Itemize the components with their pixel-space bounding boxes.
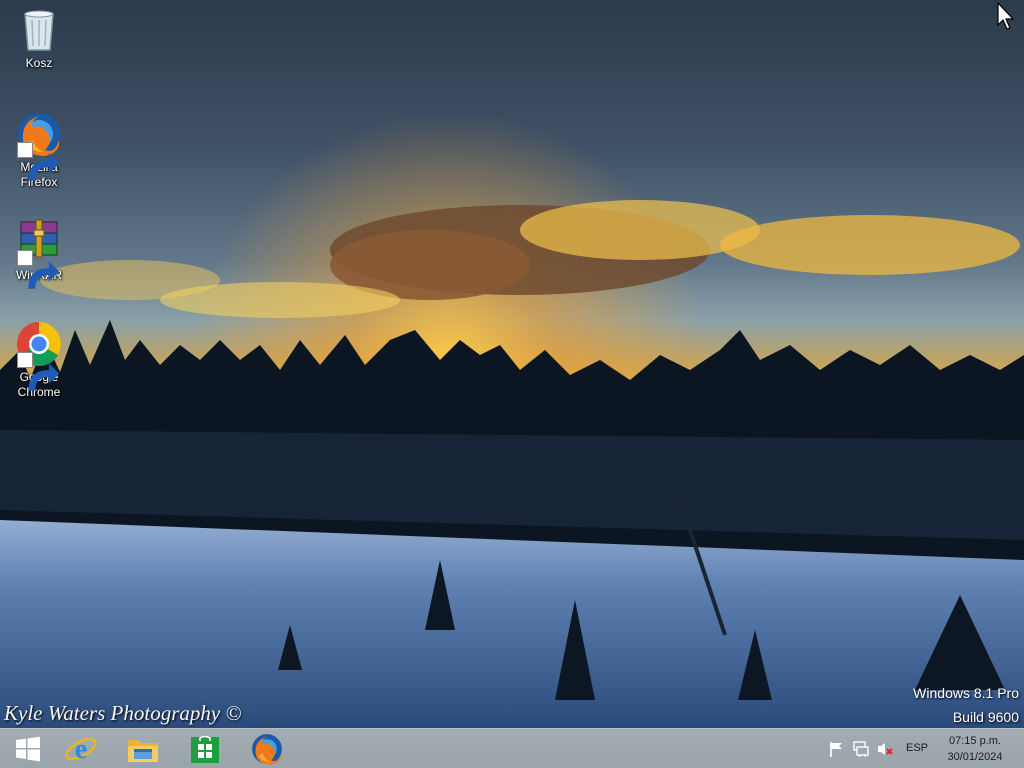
shortcut-arrow-icon [17,142,60,181]
clock-date: 30/01/2024 [947,751,1003,763]
taskbar-firefox[interactable] [239,730,295,768]
desktop-icon-recycle-bin[interactable]: Kosz [1,6,77,71]
shortcut-arrow-icon [17,250,60,289]
photo-credit-watermark: Kyle Waters Photography © [4,701,242,725]
windows-start-icon [16,736,40,762]
windows-build-watermark: Build 9600 [952,709,1019,725]
taskbar-internet-explorer[interactable]: e [53,730,109,768]
windows-edition-watermark: Windows 8.1 Pro [913,685,1019,701]
internet-explorer-icon: e [65,734,97,765]
recycle-bin-icon [15,6,63,54]
wallpaper-image [0,0,1024,728]
network-icon[interactable] [852,740,870,758]
taskbar-clock[interactable]: 07:15 p.m. 30/01/2024 [940,733,1010,765]
desktop-icon-firefox[interactable]: Mozilla Firefox [1,110,77,190]
action-center-flag-icon[interactable] [828,740,846,758]
store-icon [191,735,219,763]
desktop-icon-label: Kosz [25,56,53,70]
shortcut-arrow-icon [17,352,60,391]
desktop-icon-winrar[interactable]: WinRAR [1,218,77,289]
svg-text:e: e [75,734,87,765]
taskbar-store[interactable] [177,730,233,768]
mouse-cursor-icon [997,2,1015,30]
firefox-icon [15,110,63,181]
start-button[interactable] [0,730,56,768]
firefox-icon [252,734,282,765]
clock-time: 07:15 p.m. [949,735,1001,747]
taskbar-file-explorer[interactable] [115,730,171,768]
input-language-indicator[interactable]: ESP [906,742,928,754]
winrar-icon [15,218,63,289]
file-explorer-icon [128,740,158,762]
desktop-icon-chrome[interactable]: Google Chrome [1,320,77,400]
chrome-icon [15,320,63,391]
volume-muted-icon[interactable] [876,740,894,758]
taskbar: e ESP 07:15 p.m. 30/01/2024 [0,728,1024,768]
desktop[interactable]: Kosz Mozilla Firefox [0,0,1024,728]
